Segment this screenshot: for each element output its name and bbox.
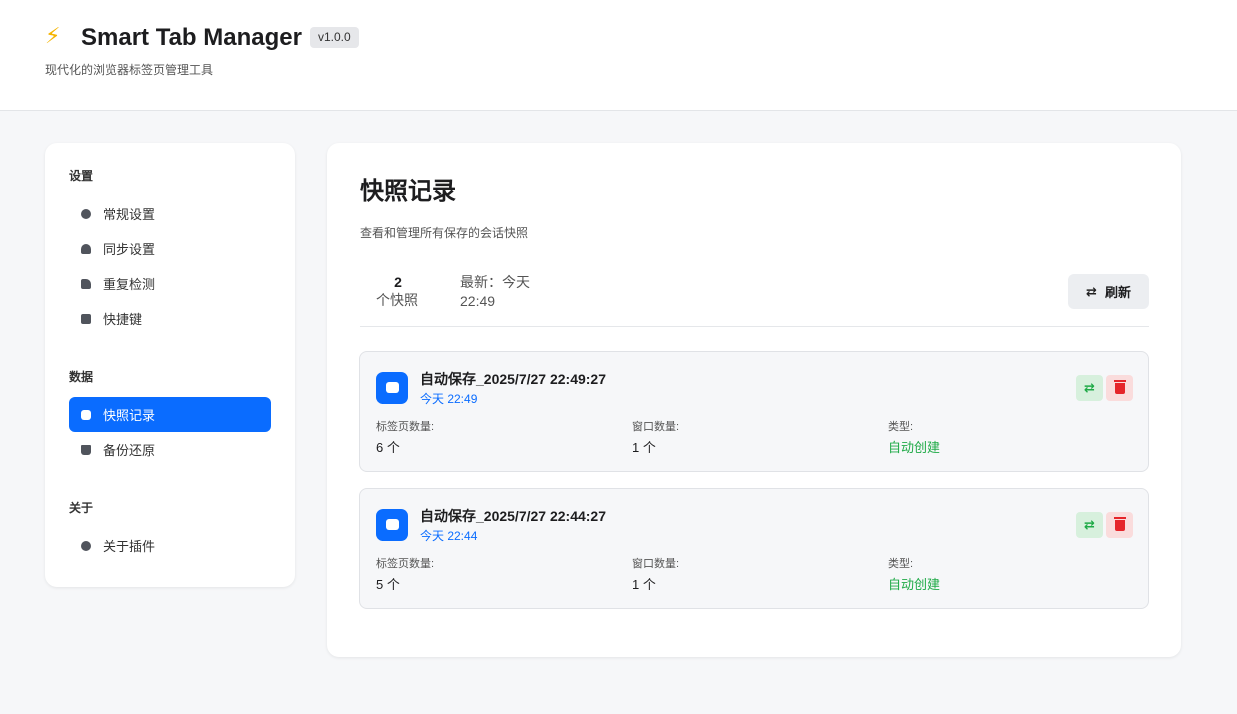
sidebar-item-general-settings[interactable]: 常规设置 <box>69 196 271 231</box>
sidebar-section-settings: 设置 <box>69 169 94 183</box>
main-panel: 快照记录 查看和管理所有保存的会话快照 2 个快照 最新：今天 22:49 ⇄ … <box>327 143 1181 657</box>
sidebar-item-duplicate-detection[interactable]: 重复检测 <box>69 266 271 301</box>
app-header: ⚡ Smart Tab Manager v1.0.0 现代化的浏览器标签页管理工… <box>0 0 1237 111</box>
refresh-icon: ⇄ <box>1086 283 1097 299</box>
trash-icon <box>1113 516 1126 531</box>
keyboard-icon <box>81 313 91 324</box>
camera-icon <box>81 409 91 420</box>
snapshot-name: 自动保存_2025/7/27 22:44:27 <box>420 508 606 524</box>
restore-icon: ⇄ <box>1084 380 1095 395</box>
page-description: 查看和管理所有保存的会话快照 <box>360 226 529 240</box>
type-value: 自动创建 <box>888 440 941 455</box>
sidebar-item-snapshots[interactable]: 快照记录 <box>69 397 271 432</box>
app-title: Smart Tab Manager <box>81 24 302 51</box>
refresh-button[interactable]: ⇄ 刷新 <box>1068 274 1149 309</box>
sidebar-item-label: 备份还原 <box>103 443 156 458</box>
snapshot-time: 今天 22:44 <box>420 529 478 543</box>
sidebar-item-label: 常规设置 <box>103 207 156 222</box>
gear-icon <box>81 208 91 219</box>
sidebar-item-label: 同步设置 <box>103 242 156 257</box>
type-label: 类型: <box>888 558 914 570</box>
type-label: 类型: <box>888 421 914 433</box>
latest-snapshot: 最新：今天 22:49 <box>460 274 530 309</box>
sidebar: 设置 常规设置 同步设置 重复检测 快捷键 数据 快照记录 备份还原 关于 关于… <box>45 143 295 587</box>
info-icon <box>81 540 91 551</box>
version-badge: v1.0.0 <box>310 27 359 48</box>
sidebar-item-about-plugin[interactable]: 关于插件 <box>69 528 271 563</box>
archive-icon <box>81 444 91 455</box>
snapshot-count-unit: 个快照 <box>376 292 418 308</box>
lightning-icon: ⚡ <box>45 23 61 48</box>
camera-icon <box>376 509 408 541</box>
trash-icon <box>1113 379 1126 394</box>
refresh-button-label: 刷新 <box>1104 285 1131 300</box>
tab-count-label: 标签页数量: <box>376 558 435 570</box>
sidebar-item-label: 关于插件 <box>103 539 156 554</box>
snapshot-card: 自动保存_2025/7/27 22:44:27 今天 22:44 ⇄ 标签页数量… <box>359 488 1149 609</box>
page-title: 快照记录 <box>360 178 456 205</box>
tab-count-value: 5 个 <box>376 577 400 592</box>
sidebar-item-label: 快照记录 <box>103 408 156 423</box>
delete-snapshot-button[interactable] <box>1106 375 1133 401</box>
tab-count-value: 6 个 <box>376 440 400 455</box>
restore-icon: ⇄ <box>1084 517 1095 532</box>
copy-icon <box>81 278 91 289</box>
sidebar-item-label: 重复检测 <box>103 277 156 292</box>
sidebar-item-shortcuts[interactable]: 快捷键 <box>69 301 271 336</box>
sidebar-section-about: 关于 <box>69 501 94 515</box>
type-value: 自动创建 <box>888 577 941 592</box>
sidebar-item-sync-settings[interactable]: 同步设置 <box>69 231 271 266</box>
snapshot-count: 2 <box>394 274 402 290</box>
restore-snapshot-button[interactable]: ⇄ <box>1076 375 1103 401</box>
delete-snapshot-button[interactable] <box>1106 512 1133 538</box>
sidebar-item-backup-restore[interactable]: 备份还原 <box>69 432 271 467</box>
snapshot-time: 今天 22:49 <box>420 392 478 406</box>
tab-count-label: 标签页数量: <box>376 421 435 433</box>
divider <box>360 326 1149 327</box>
window-count-value: 1 个 <box>632 440 656 455</box>
app-subtitle: 现代化的浏览器标签页管理工具 <box>45 63 214 77</box>
camera-icon <box>376 372 408 404</box>
snapshot-name: 自动保存_2025/7/27 22:49:27 <box>420 371 606 387</box>
snapshot-card: 自动保存_2025/7/27 22:49:27 今天 22:49 ⇄ 标签页数量… <box>359 351 1149 472</box>
window-count-label: 窗口数量: <box>632 558 680 570</box>
cloud-icon <box>81 243 91 254</box>
sidebar-section-data: 数据 <box>69 370 94 384</box>
sidebar-item-label: 快捷键 <box>103 312 143 327</box>
window-count-label: 窗口数量: <box>632 421 680 433</box>
window-count-value: 1 个 <box>632 577 656 592</box>
restore-snapshot-button[interactable]: ⇄ <box>1076 512 1103 538</box>
